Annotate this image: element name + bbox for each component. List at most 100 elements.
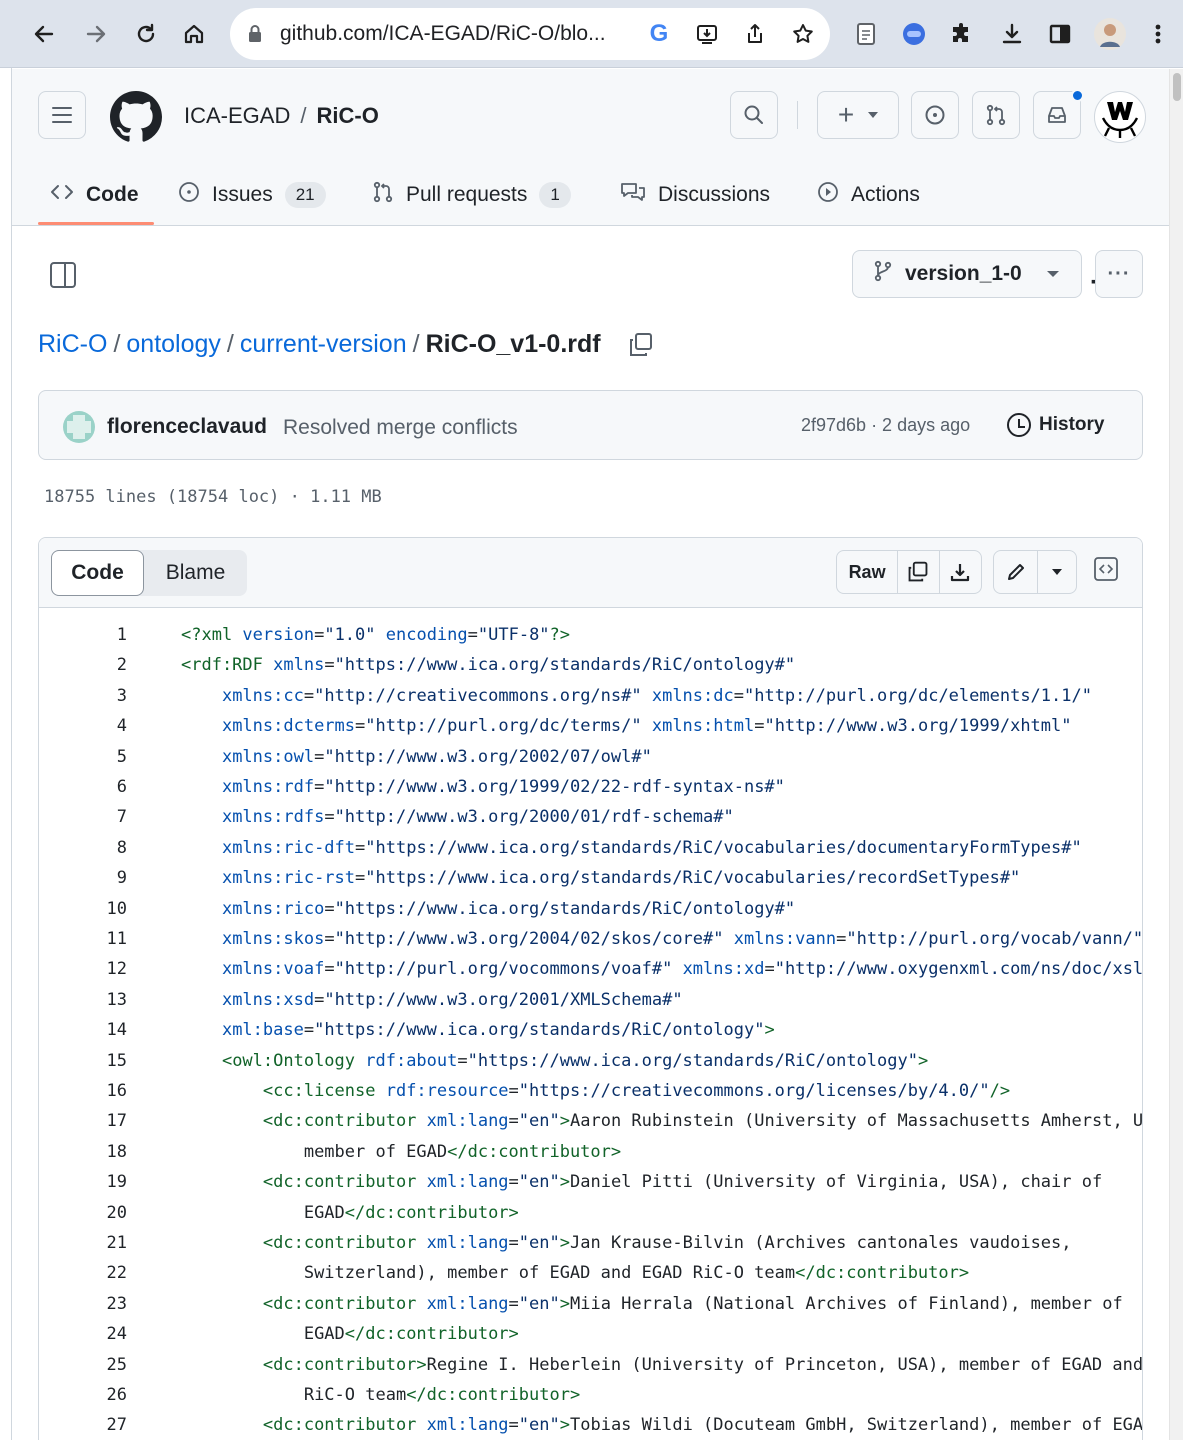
commit-meta[interactable]: 2f97d6b · 2 days ago bbox=[801, 415, 970, 436]
line-number[interactable]: 7 bbox=[39, 802, 127, 832]
caret-down-icon[interactable] bbox=[1038, 551, 1076, 593]
code-listing[interactable]: 1 <?xml version="1.0" encoding="UTF-8"?> 2… bbox=[39, 608, 1142, 1440]
profile-icon[interactable] bbox=[1090, 14, 1130, 54]
line-source: RiC-O team</dc:contributor> bbox=[303, 1385, 581, 1405]
line-number[interactable]: 10 bbox=[39, 894, 127, 924]
code-line: 11 xmlns:skos="http://www.w3.org/2004/02… bbox=[39, 924, 1142, 954]
line-number[interactable]: 9 bbox=[39, 863, 127, 893]
line-number[interactable]: 13 bbox=[39, 985, 127, 1015]
forward-icon[interactable] bbox=[76, 14, 116, 54]
page-scrollbar[interactable] bbox=[1169, 69, 1183, 1440]
code-line: 2 <rdf:RDF xmlns="https://www.ica.org/sta… bbox=[39, 650, 1142, 680]
sidebar-expand-icon[interactable] bbox=[50, 262, 76, 288]
owner-link[interactable]: ICA-EGAD bbox=[184, 103, 290, 128]
reload-icon[interactable] bbox=[126, 14, 166, 54]
issues-count-badge: 21 bbox=[284, 182, 326, 208]
search-icon bbox=[744, 105, 763, 124]
extension-icon[interactable] bbox=[894, 14, 934, 54]
more-options-button[interactable]: ··· bbox=[1095, 250, 1143, 298]
view-toggle: Code Blame bbox=[51, 550, 247, 596]
line-source: <cc:license rdf:resource="https://creati… bbox=[262, 1081, 1011, 1101]
blame-view-button[interactable]: Blame bbox=[144, 550, 247, 596]
reader-icon[interactable] bbox=[846, 14, 886, 54]
line-number[interactable]: 5 bbox=[39, 742, 127, 772]
line-number[interactable]: 17 bbox=[39, 1106, 127, 1136]
line-number[interactable]: 6 bbox=[39, 772, 127, 802]
tab-pull-requests[interactable]: Pull requests 1 bbox=[372, 176, 571, 214]
commit-message[interactable]: Resolved merge conflicts bbox=[283, 416, 518, 440]
line-number[interactable]: 21 bbox=[39, 1228, 127, 1258]
code-view-button[interactable]: Code bbox=[51, 550, 144, 596]
scrollbar-thumb[interactable] bbox=[1173, 73, 1181, 101]
code-line: 18 member of EGAD</dc:contributor> bbox=[39, 1137, 1142, 1167]
download-raw-icon[interactable] bbox=[940, 551, 981, 593]
code-line: 8 xmlns:ric-dft="https://www.ica.org/sta… bbox=[39, 833, 1142, 863]
line-number[interactable]: 18 bbox=[39, 1137, 127, 1167]
line-number[interactable]: 8 bbox=[39, 833, 127, 863]
line-number[interactable]: 14 bbox=[39, 1015, 127, 1045]
search-button[interactable] bbox=[730, 91, 778, 139]
home-icon[interactable] bbox=[174, 14, 214, 54]
line-number[interactable]: 3 bbox=[39, 681, 127, 711]
line-number[interactable]: 23 bbox=[39, 1289, 127, 1319]
tab-issues[interactable]: Issues 21 bbox=[178, 176, 326, 214]
extensions-puzzle-icon[interactable] bbox=[942, 14, 982, 54]
breadcrumb-repo[interactable]: RiC-O bbox=[38, 330, 107, 358]
line-number[interactable]: 4 bbox=[39, 711, 127, 741]
line-number[interactable]: 26 bbox=[39, 1380, 127, 1410]
issues-button[interactable] bbox=[911, 91, 959, 139]
pull-requests-button[interactable] bbox=[972, 91, 1020, 139]
menu-dots-icon[interactable] bbox=[1138, 14, 1178, 54]
branch-selector[interactable]: version_1-0 bbox=[852, 250, 1082, 298]
code-line: 19 <dc:contributor xml:lang="en">Daniel … bbox=[39, 1167, 1142, 1197]
install-icon[interactable] bbox=[694, 20, 720, 48]
share-icon[interactable] bbox=[742, 20, 768, 48]
tab-code[interactable]: Code bbox=[50, 176, 139, 214]
pr-count-badge: 1 bbox=[539, 182, 571, 208]
line-number[interactable]: 19 bbox=[39, 1167, 127, 1197]
address-bar[interactable]: github.com/ICA-EGAD/RiC-O/blo... G bbox=[230, 8, 830, 60]
history-button[interactable]: History bbox=[1007, 413, 1104, 437]
download-icon[interactable] bbox=[992, 14, 1032, 54]
code-line: 6 xmlns:rdf="http://www.w3.org/1999/02/2… bbox=[39, 772, 1142, 802]
code-line: 22 Switzerland), member of EGAD and EGAD… bbox=[39, 1258, 1142, 1288]
tab-discussions[interactable]: Discussions bbox=[620, 176, 770, 214]
google-icon[interactable]: G bbox=[646, 20, 672, 48]
line-number[interactable]: 24 bbox=[39, 1319, 127, 1349]
symbols-panel-icon[interactable] bbox=[1093, 556, 1125, 590]
copy-raw-icon[interactable] bbox=[898, 551, 940, 593]
file-viewer: Code Blame Raw 1 <?xml version="1.0" enco… bbox=[38, 537, 1143, 1440]
line-number[interactable]: 25 bbox=[39, 1350, 127, 1380]
line-number[interactable]: 16 bbox=[39, 1076, 127, 1106]
line-number[interactable]: 20 bbox=[39, 1198, 127, 1228]
breadcrumb-separator: / bbox=[412, 330, 420, 358]
line-number[interactable]: 12 bbox=[39, 954, 127, 984]
tab-actions[interactable]: Actions bbox=[817, 176, 920, 214]
line-number[interactable]: 27 bbox=[39, 1410, 127, 1440]
copy-icon[interactable] bbox=[628, 332, 654, 358]
breadcrumb-ontology[interactable]: ontology bbox=[126, 330, 221, 358]
code-line: 13 xmlns:xsd="http://www.w3.org/2001/XML… bbox=[39, 985, 1142, 1015]
repo-link[interactable]: RiC-O bbox=[316, 103, 378, 128]
create-new-button[interactable]: + bbox=[817, 91, 899, 139]
line-number[interactable]: 2 bbox=[39, 650, 127, 680]
star-icon[interactable] bbox=[790, 20, 816, 48]
user-avatar[interactable] bbox=[1094, 91, 1146, 143]
line-source: xmlns:rdf="http://www.w3.org/1999/02/22-… bbox=[221, 777, 785, 797]
breadcrumb-separator: / bbox=[226, 330, 234, 358]
github-logo-icon[interactable] bbox=[110, 91, 162, 143]
hamburger-menu-button[interactable] bbox=[38, 91, 86, 139]
author-avatar[interactable] bbox=[63, 411, 95, 443]
line-number[interactable]: 15 bbox=[39, 1046, 127, 1076]
line-number[interactable]: 22 bbox=[39, 1258, 127, 1288]
breadcrumb-current-version[interactable]: current-version bbox=[240, 330, 407, 358]
code-line: 25 <dc:contributor>Regine I. Heberlein (… bbox=[39, 1350, 1142, 1380]
line-number[interactable]: 11 bbox=[39, 924, 127, 954]
back-icon[interactable] bbox=[24, 14, 64, 54]
raw-button[interactable]: Raw bbox=[837, 551, 899, 593]
commit-author[interactable]: florenceclavaud bbox=[107, 415, 267, 439]
side-panel-icon[interactable] bbox=[1040, 14, 1080, 54]
line-number[interactable]: 1 bbox=[39, 620, 127, 650]
code-line: 4 xmlns:dcterms="http://purl.org/dc/term… bbox=[39, 711, 1142, 741]
pencil-icon[interactable] bbox=[994, 551, 1038, 593]
